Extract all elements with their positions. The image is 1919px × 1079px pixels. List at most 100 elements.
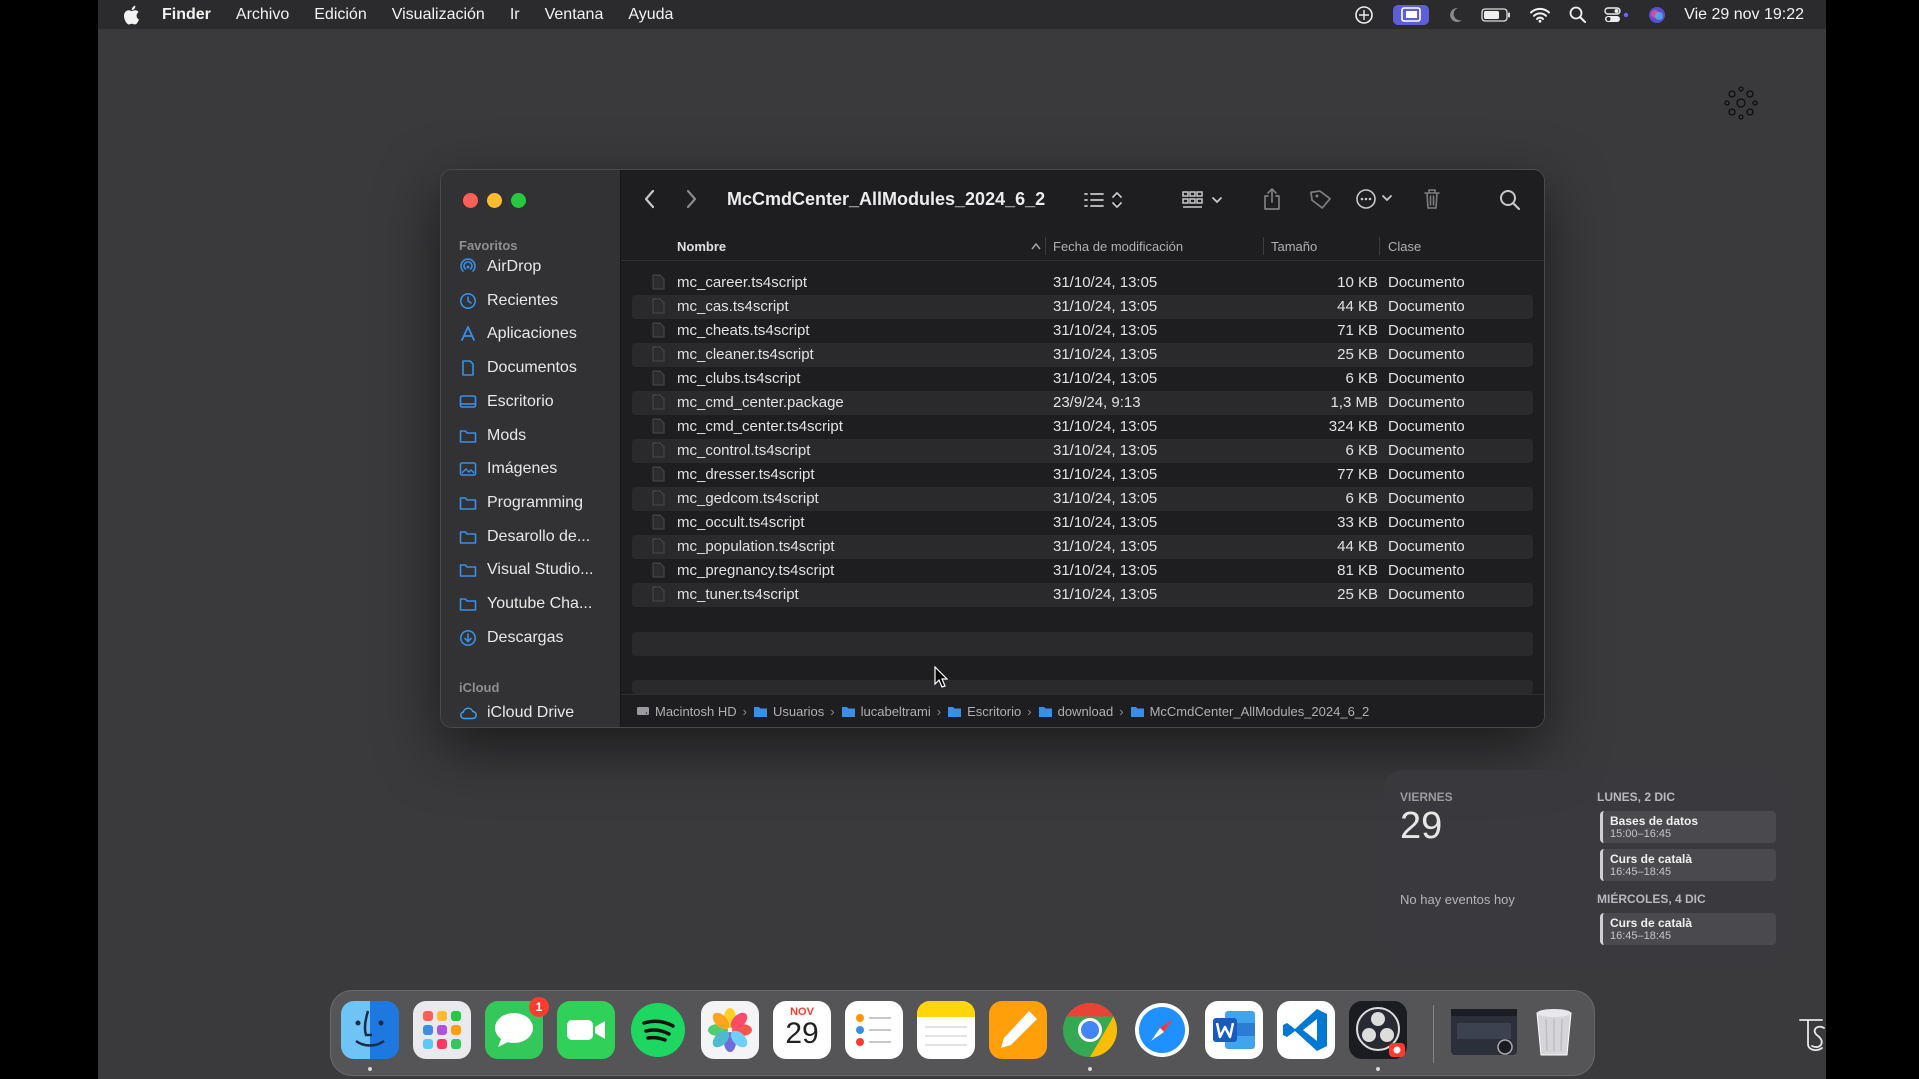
- menu-clock[interactable]: Vie 29 nov 19:22: [1684, 6, 1804, 24]
- table-row[interactable]: mc_gedcom.ts4script 31/10/24, 13:05 6 KB Do…: [632, 487, 1533, 511]
- menu-visualizacion[interactable]: Visualización: [392, 6, 485, 24]
- folder-icon: [753, 705, 773, 718]
- path-segment[interactable]: lucabeltrami: [841, 704, 931, 719]
- sidebar-item-label: Programming: [487, 493, 584, 511]
- dock-chrome[interactable]: [1061, 1001, 1119, 1059]
- search-icon[interactable]: [1499, 189, 1521, 211]
- group-view-button[interactable]: [1181, 190, 1225, 210]
- path-segment[interactable]: Macintosh HD: [636, 704, 737, 719]
- dock-notes[interactable]: [917, 1001, 975, 1059]
- spotlight-search-icon[interactable]: [1569, 6, 1587, 23]
- dock-finder[interactable]: [341, 1001, 399, 1059]
- widget-event[interactable]: Bases de datos 15:00–16:45: [1600, 811, 1776, 843]
- table-row[interactable]: mc_cmd_center.ts4script 31/10/24, 13:05 32…: [632, 415, 1533, 439]
- list-view-button[interactable]: [1083, 190, 1123, 210]
- dock-spotify[interactable]: [629, 1001, 687, 1059]
- table-row[interactable]: mc_cheats.ts4script 31/10/24, 13:05 71 KB D…: [632, 319, 1533, 343]
- trash-icon[interactable]: [1422, 187, 1442, 211]
- menu-archivo[interactable]: Archivo: [236, 6, 289, 24]
- document-file-icon: [652, 586, 665, 606]
- sidebar-item-programming[interactable]: Programming: [459, 490, 583, 516]
- widget-event[interactable]: Curs de català 16:45–18:45: [1600, 849, 1776, 881]
- menu-ventana[interactable]: Ventana: [545, 6, 604, 24]
- sort-ascending-icon[interactable]: [1030, 242, 1042, 250]
- forward-button[interactable]: [684, 189, 698, 209]
- apple-icon[interactable]: [122, 5, 140, 25]
- screen-share-icon[interactable]: [1353, 5, 1375, 25]
- sidebar-item-aplicaciones[interactable]: Aplicaciones: [459, 321, 577, 347]
- path-segment[interactable]: Usuarios: [753, 704, 824, 719]
- share-icon[interactable]: [1262, 187, 1282, 211]
- column-date[interactable]: Fecha de modificación: [1053, 239, 1183, 254]
- wifi-icon[interactable]: [1529, 7, 1551, 23]
- table-row[interactable]: mc_cmd_center.package 23/9/24, 9:13 1,3 MB…: [632, 391, 1533, 415]
- menu-finder[interactable]: Finder: [162, 6, 211, 24]
- sidebar-item-escritorio[interactable]: Escritorio: [459, 389, 554, 415]
- sidebar-item-descargas[interactable]: Descargas: [459, 625, 563, 651]
- sidebar-item-documentos[interactable]: Documentos: [459, 355, 577, 381]
- minimize-button[interactable]: [487, 193, 502, 208]
- table-row[interactable]: mc_cleaner.ts4script 31/10/24, 13:05 25 KB…: [632, 343, 1533, 367]
- running-indicator: [368, 1067, 372, 1071]
- table-row[interactable]: mc_tuner.ts4script 31/10/24, 13:05 25 KB Do…: [632, 583, 1533, 607]
- dock-pages[interactable]: [989, 1001, 1047, 1059]
- dock-word[interactable]: [1205, 1001, 1263, 1059]
- tag-icon[interactable]: [1309, 188, 1333, 210]
- finder-window: Favoritos AirDrop Recientes Aplicaciones Do…: [440, 169, 1545, 728]
- table-row[interactable]: mc_occult.ts4script 31/10/24, 13:05 33 KB D…: [632, 511, 1533, 535]
- dock-calendar[interactable]: NOV 29: [773, 1001, 831, 1059]
- back-button[interactable]: [643, 189, 657, 209]
- sidebar-item-recientes[interactable]: Recientes: [459, 288, 558, 314]
- sidebar-section-favoritos: Favoritos: [459, 238, 518, 253]
- widget-event[interactable]: Curs de català 16:45–18:45: [1600, 913, 1776, 945]
- dock-obs[interactable]: [1349, 1001, 1407, 1059]
- table-row[interactable]: mc_career.ts4script 31/10/24, 13:05 10 KB D…: [632, 271, 1533, 295]
- sidebar-item-airdrop[interactable]: AirDrop: [459, 254, 541, 280]
- sidebar-item-mods[interactable]: Mods: [459, 423, 526, 449]
- sidebar-item-label: Aplicaciones: [487, 325, 577, 343]
- sidebar-item-imágenes[interactable]: Imágenes: [459, 456, 557, 482]
- dock-reminders[interactable]: [845, 1001, 903, 1059]
- focus-moon-icon[interactable]: [1447, 6, 1463, 24]
- file-size: 1,3 MB: [1330, 394, 1378, 411]
- file-date: 31/10/24, 13:05: [1053, 346, 1158, 363]
- control-center-icon[interactable]: [1604, 6, 1630, 23]
- table-row[interactable]: mc_dresser.ts4script 31/10/24, 13:05 77 KB…: [632, 463, 1533, 487]
- sidebar-item-icloud-drive[interactable]: iCloud Drive: [459, 700, 574, 726]
- path-segment[interactable]: Escritorio: [947, 704, 1021, 719]
- stage-manager-icon[interactable]: [1393, 4, 1430, 25]
- table-row[interactable]: mc_cas.ts4script 31/10/24, 13:05 44 KB Docu…: [632, 295, 1533, 319]
- zoom-button[interactable]: [511, 193, 526, 208]
- path-segment[interactable]: McCmdCenter_AllModules_2024_6_2: [1130, 704, 1369, 719]
- dock-safari[interactable]: [1133, 1001, 1191, 1059]
- table-row[interactable]: mc_pregnancy.ts4script 31/10/24, 13:05 81 …: [632, 559, 1533, 583]
- table-row[interactable]: mc_control.ts4script 31/10/24, 13:05 6 KB D…: [632, 439, 1533, 463]
- document-file-icon: [652, 538, 665, 558]
- dock-launchpad[interactable]: [413, 1001, 471, 1059]
- siri-icon[interactable]: [1648, 6, 1666, 24]
- column-size[interactable]: Tamaño: [1271, 239, 1317, 254]
- calendar-widget[interactable]: VIERNES 29 No hay eventos hoy LUNES, 2 D…: [1384, 770, 1786, 965]
- photos-flower-icon: [708, 1008, 752, 1052]
- dock-trash[interactable]: [1525, 1001, 1583, 1059]
- dock-vscode[interactable]: [1277, 1001, 1335, 1059]
- path-segment[interactable]: download: [1038, 704, 1113, 719]
- dock-photos[interactable]: [701, 1001, 759, 1059]
- more-actions-icon[interactable]: [1355, 189, 1399, 211]
- messages-badge: 1: [529, 997, 549, 1017]
- menu-edicion[interactable]: Edición: [314, 6, 366, 24]
- table-row[interactable]: mc_clubs.ts4script 31/10/24, 13:05 6 KB Doc…: [632, 367, 1533, 391]
- file-date: 31/10/24, 13:05: [1053, 514, 1158, 531]
- dock-minimized-window[interactable]: [1451, 1009, 1517, 1055]
- column-name[interactable]: Nombre: [677, 239, 726, 254]
- sidebar-item-visual-studio[interactable]: Visual Studio...: [459, 557, 593, 583]
- close-button[interactable]: [463, 193, 478, 208]
- sidebar-item-youtube-cha[interactable]: Youtube Cha...: [459, 591, 592, 617]
- table-row[interactable]: mc_population.ts4script 31/10/24, 13:05 44…: [632, 535, 1533, 559]
- sidebar-item-desarollo-de[interactable]: Desarollo de...: [459, 524, 590, 550]
- battery-icon[interactable]: [1481, 7, 1511, 22]
- menu-ir[interactable]: Ir: [510, 6, 520, 24]
- column-kind[interactable]: Clase: [1388, 239, 1421, 254]
- menu-ayuda[interactable]: Ayuda: [628, 6, 673, 24]
- dock-facetime[interactable]: [557, 1001, 615, 1059]
